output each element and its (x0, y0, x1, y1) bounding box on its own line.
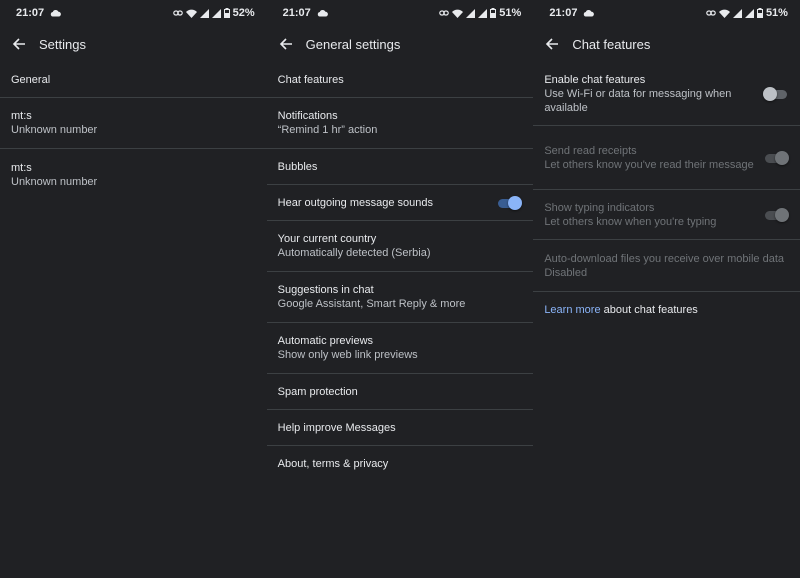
status-bar: 21:07 51% (533, 0, 800, 26)
item-summary: Disabled (544, 266, 588, 279)
battery-percent: 52% (232, 7, 255, 19)
settings-item-sim[interactable]: mt:s Unknown number (0, 98, 267, 149)
settings-item-about[interactable]: About, terms & privacy (267, 446, 534, 482)
settings-item-read-receipts: Send read receipts Let others know you'v… (533, 126, 800, 190)
settings-item-outgoing-sounds[interactable]: Hear outgoing message sounds (266, 185, 534, 221)
item-summary: Show only web link previews (277, 349, 418, 361)
settings-item-help-improve[interactable]: Help improve Messages (266, 410, 534, 446)
page-title: Settings (39, 36, 86, 52)
wifi-icon (452, 9, 464, 18)
item-summary: Unknown number (11, 124, 98, 136)
battery-icon (490, 8, 497, 18)
item-summary: Automatically detected (Serbia) (277, 247, 431, 259)
settings-item-spam[interactable]: Spam protection (266, 374, 534, 410)
settings-screen: 21:07 52% Settings General mt:s Unknown … (0, 0, 267, 578)
item-label: Auto-download files you receive over mob… (544, 252, 785, 265)
item-summary: Google Assistant, Smart Reply & more (277, 298, 466, 310)
wifi-icon (718, 9, 730, 18)
item-label: Chat features (277, 73, 344, 86)
enable-chat-toggle[interactable] (762, 86, 789, 101)
item-label: Enable chat features (544, 73, 646, 86)
settings-list: General mt:s Unknown number mt:s Unknown… (0, 62, 267, 200)
page-title: Chat features (572, 36, 651, 52)
settings-item-country[interactable]: Your current country Automatically detec… (266, 221, 534, 272)
settings-item-enable-chat[interactable]: Enable chat features Use Wi-Fi or data f… (533, 62, 800, 126)
link-icon (439, 9, 450, 17)
wifi-icon (185, 9, 197, 18)
link-icon (172, 9, 183, 17)
signal-icon (211, 8, 221, 18)
back-arrow-icon[interactable] (10, 35, 28, 53)
item-label: Show typing indicators (544, 201, 655, 214)
status-bar: 21:07 52% (0, 0, 267, 26)
item-summary: Unknown number (11, 175, 98, 188)
cloud-icon (583, 9, 595, 17)
status-time: 21:07 (549, 7, 578, 19)
page-title: General settings (305, 36, 401, 52)
item-label: mt:s (11, 161, 32, 174)
item-summary: Use Wi-Fi or data for messaging when ava… (544, 87, 732, 114)
status-time: 21:07 (282, 7, 311, 19)
item-label: Hear outgoing message sounds (277, 196, 433, 209)
app-bar: Settings (0, 26, 267, 62)
item-label: Send read receipts (544, 144, 637, 157)
typing-indicators-toggle (763, 207, 789, 222)
battery-percent: 51% (765, 7, 788, 19)
cloud-icon (317, 9, 328, 17)
settings-item-bubbles[interactable]: Bubbles (266, 149, 534, 185)
chat-features-screen: 21:07 51% Chat features Enable chat feat… (533, 0, 800, 578)
learn-more-text: Learn more about chat features (533, 292, 800, 328)
back-arrow-icon[interactable] (277, 35, 295, 53)
learn-more-link[interactable]: Learn more (544, 304, 600, 316)
general-settings-screen: 21:07 51% General settings Chat features (266, 0, 534, 578)
item-label: Notifications (277, 110, 338, 122)
read-receipts-toggle (763, 150, 789, 165)
chat-features-list: Enable chat features Use Wi-Fi or data f… (533, 62, 800, 292)
signal-icon (744, 8, 754, 18)
settings-item-auto-download: Auto-download files you receive over mob… (533, 240, 800, 292)
item-summary: Let others know you've read their messag… (544, 158, 754, 171)
settings-item-previews[interactable]: Automatic previews Show only web link pr… (266, 323, 534, 374)
status-time: 21:07 (16, 7, 45, 19)
item-label: mt:s (11, 110, 32, 122)
item-label: Suggestions in chat (277, 284, 374, 296)
item-summary: “Remind 1 hr” action (277, 124, 378, 136)
outgoing-sounds-toggle[interactable] (496, 195, 523, 210)
settings-item-suggestions[interactable]: Suggestions in chat Google Assistant, Sm… (266, 272, 534, 323)
battery-percent: 51% (499, 7, 522, 19)
item-summary: Let others know when you're typing (544, 215, 717, 228)
settings-item-sim[interactable]: mt:s Unknown number (0, 149, 267, 200)
settings-item-typing-indicators: Show typing indicators Let others know w… (533, 190, 800, 240)
app-bar: Chat features (533, 26, 800, 62)
item-label: Automatic previews (277, 335, 374, 347)
battery-icon (223, 8, 230, 18)
cloud-icon (50, 9, 62, 17)
item-label: Help improve Messages (277, 421, 396, 434)
link-icon (706, 9, 716, 17)
signal-icon (478, 8, 488, 18)
settings-item-general[interactable]: General (0, 62, 267, 98)
battery-icon (756, 8, 763, 18)
signal-icon (466, 8, 476, 18)
item-label: Your current country (277, 233, 377, 245)
settings-item-notifications[interactable]: Notifications “Remind 1 hr” action (266, 98, 534, 149)
learn-more-suffix: about chat features (600, 304, 698, 316)
item-label: Spam protection (277, 385, 358, 398)
item-label: Bubbles (277, 160, 318, 173)
item-label: General (11, 73, 51, 86)
signal-icon (199, 8, 209, 18)
settings-item-chat-features[interactable]: Chat features (266, 62, 534, 98)
item-label: About, terms & privacy (277, 458, 389, 470)
back-arrow-icon[interactable] (543, 35, 561, 53)
signal-icon (732, 8, 742, 18)
app-bar: General settings (267, 26, 534, 62)
general-settings-list: Chat features Notifications “Remind 1 hr… (266, 62, 534, 482)
status-bar: 21:07 51% (267, 0, 534, 26)
